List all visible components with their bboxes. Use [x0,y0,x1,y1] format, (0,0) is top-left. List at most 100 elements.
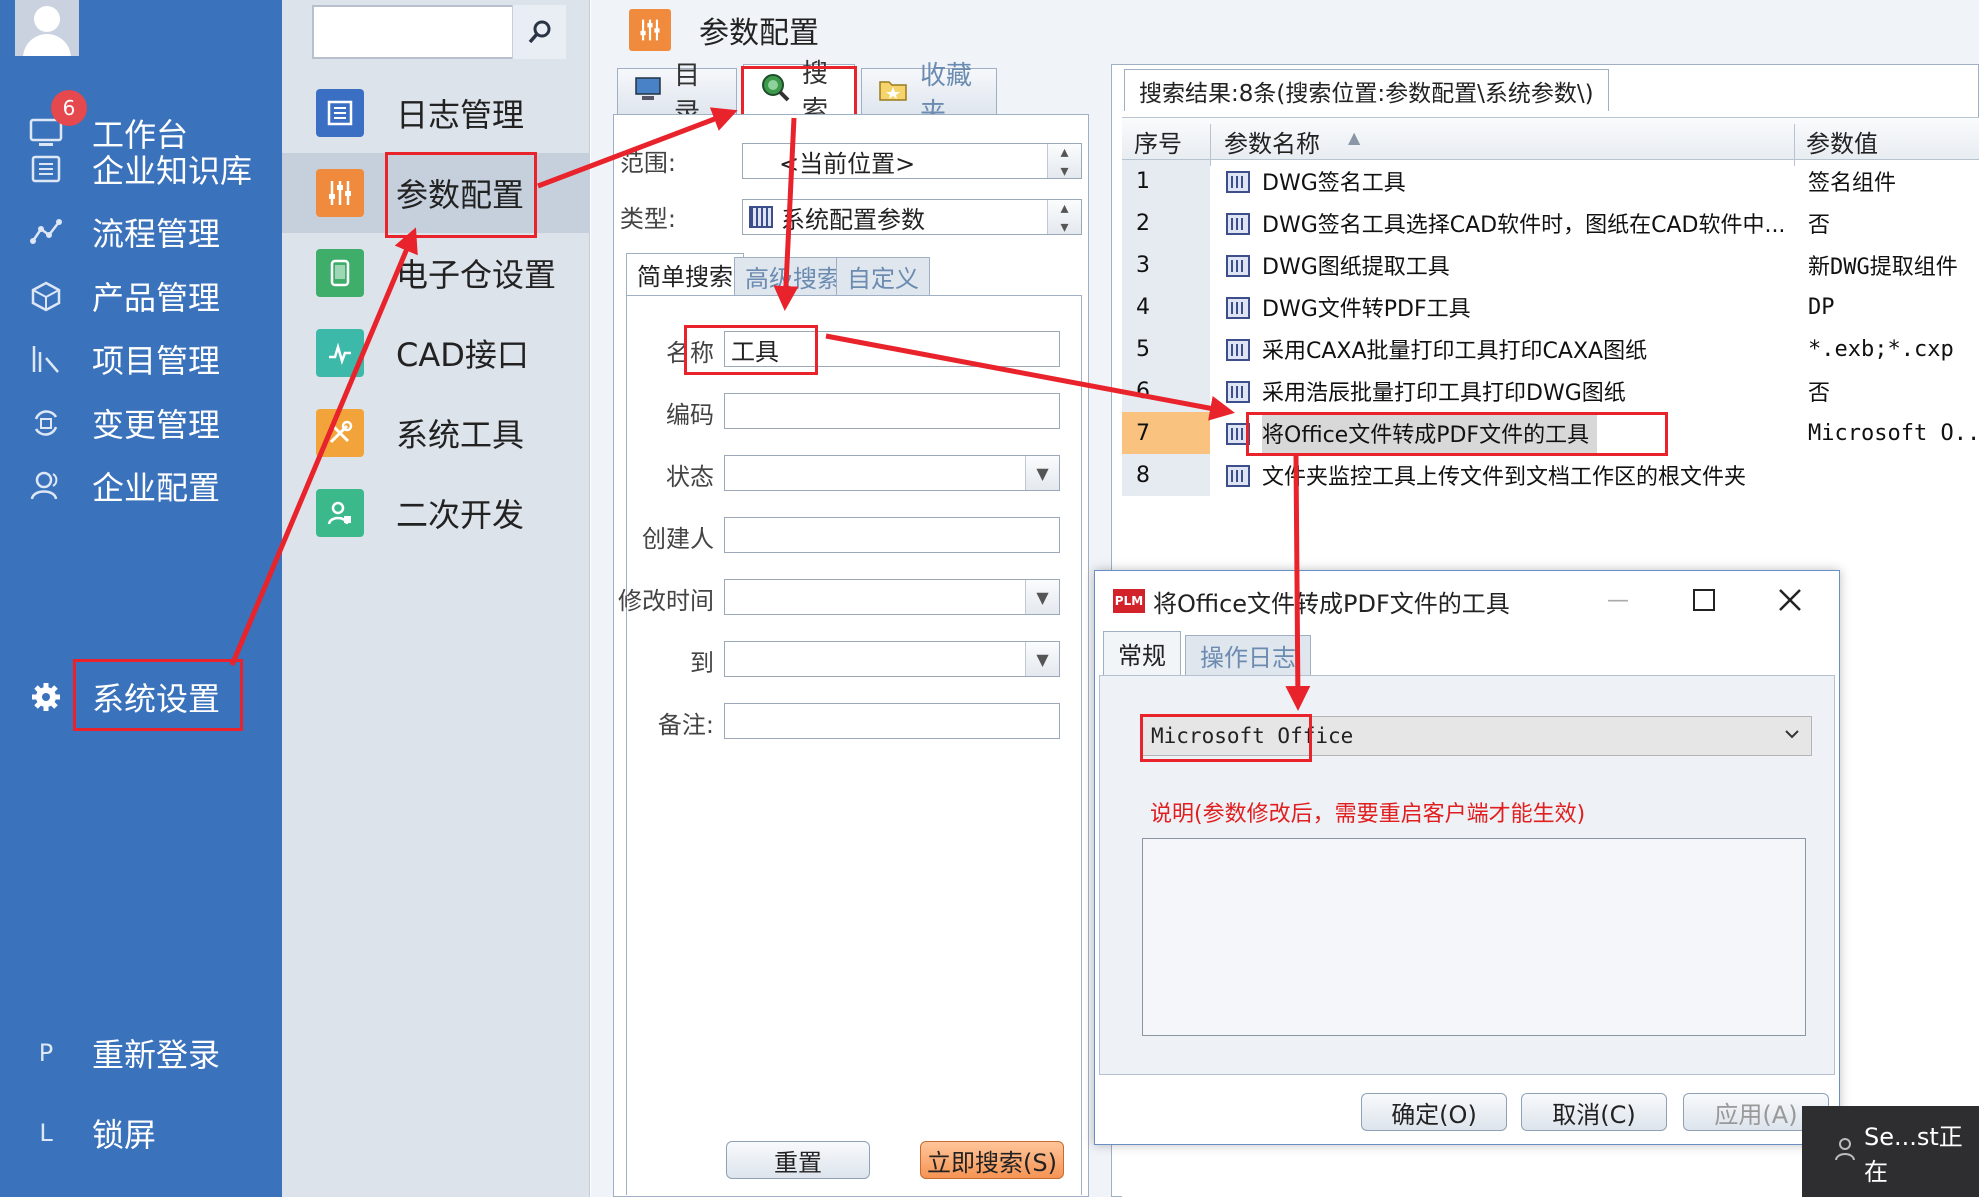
table-header: 序号 参数名称 ▲ 参数值 [1122,118,1979,166]
description-textarea[interactable] [1142,838,1806,1036]
tab-directory[interactable]: 目录 [617,61,737,128]
row-name: DWG图纸提取工具 [1262,255,1450,280]
table-row[interactable]: 1 DWG签名工具 签名组件 [1122,160,1979,202]
chevron-down-icon[interactable]: ▼ [1025,456,1059,490]
note-text: 说明(参数修改后，需要重启客户端才能生效) [1150,802,1586,827]
chevron-down-icon[interactable]: ▼ [1025,642,1059,676]
row-no: 3 [1122,244,1210,286]
creator-input[interactable] [724,517,1060,553]
modified-to-select[interactable]: ▼ [724,641,1060,677]
lock-key: L [39,1119,53,1147]
search-now-button[interactable]: 立即搜索(S) [920,1141,1064,1179]
nav-item-label: 系统设置 [92,680,221,718]
close-icon[interactable] [1773,583,1807,617]
table-row[interactable]: 3 DWG图纸提取工具 新DWG提取组件 [1122,244,1979,286]
subnav-item-label: 系统工具 [396,416,525,454]
table-row[interactable]: 5 采用CAXA批量打印工具打印CAXA图纸 *.exb;*.cxp [1122,328,1979,370]
notification-toast[interactable]: Se...st正在 [1802,1106,1979,1197]
nav-item-relogin[interactable]: P 重新登录 [0,1018,282,1088]
subnav-item-cad[interactable]: CAD接口 [282,313,590,393]
param-table-icon [1226,381,1250,403]
subtab-advanced[interactable]: 高级搜索 [734,257,852,295]
chart-icon [0,344,92,374]
type-label: 类型: [619,205,676,233]
nav-item-project[interactable]: 项目管理 [0,324,282,394]
nav-item-knowledge[interactable]: 企业知识库 [0,134,282,204]
subnav-item-label: 电子仓设置 [396,256,557,294]
column-header-no[interactable]: 序号 [1134,124,1182,159]
nav-item-lock[interactable]: L 锁屏 [0,1098,282,1168]
nav-item-product[interactable]: 产品管理 [0,261,282,331]
search-icon[interactable] [512,5,566,59]
nav-item-change[interactable]: 变更管理 [0,388,282,458]
scope-select[interactable]: <当前位置> ▴ ▾ [742,142,1082,180]
search-panel: 范围: <当前位置> ▴ ▾ 类型: 系统配置参数 ▴ ▾ 简单搜索 高级搜索 自定… [613,114,1089,1197]
user-icon [1834,1137,1856,1167]
cube-icon [0,280,92,312]
phone-icon [316,249,364,297]
subtab-simple[interactable]: 简单搜索 [626,253,744,295]
spinner-icon[interactable]: ▴ ▾ [1047,142,1081,180]
table-row[interactable]: 2 DWG签名工具选择CAD软件时，图纸在CAD软件中... 否 [1122,202,1979,244]
subnav-item-tools[interactable]: 系统工具 [282,393,590,473]
avatar[interactable] [15,0,79,56]
modified-from-select[interactable]: ▼ [724,579,1060,615]
dialog-tab-log[interactable]: 操作日志 [1185,635,1311,675]
table-row[interactable]: 4 DWG文件转PDF工具 DP [1122,286,1979,328]
row-name: DWG签名工具选择CAD软件时，图纸在CAD软件中... [1262,213,1786,238]
reset-button[interactable]: 重置 [726,1141,870,1179]
book-icon [0,154,92,184]
avatar-body-icon [23,34,71,56]
sliders-icon [629,9,671,51]
nav-item-enterprise[interactable]: 企业配置 [0,451,282,521]
row-value: *.exb;*.cxp [1808,336,1954,362]
row-no: 1 [1122,160,1210,202]
list-icon [316,89,364,137]
selected-row-highlight-box [1246,412,1668,456]
table-row[interactable]: 8 文件夹监控工具上传文件到文档工作区的根文件夹 [1122,454,1979,496]
dialog-tab-general[interactable]: 常规 [1103,631,1181,675]
spinner-icon[interactable]: ▴ ▾ [1047,198,1081,236]
subtab-custom[interactable]: 自定义 [836,257,930,295]
avatar-head-icon [34,6,60,32]
maximize-icon[interactable] [1693,589,1715,611]
subnav-item-vault[interactable]: 电子仓设置 [282,233,590,313]
results-tab[interactable]: 搜索结果:8条(搜索位置:参数配置\系统参数\) [1124,69,1609,111]
subnav-item-log[interactable]: 日志管理 [282,73,590,153]
dialog-body: Microsoft Office 说明(参数修改后，需要重启客户端才能生效) [1099,675,1835,1075]
subnav-item-dev[interactable]: 二次开发 [282,473,590,553]
row-no: 8 [1122,454,1210,496]
subnav-item-label: CAD接口 [396,336,529,374]
scope-value: <当前位置> [779,149,916,178]
chevron-down-icon[interactable]: ▼ [1025,580,1059,614]
nav-item-system-settings[interactable]: 系统设置 [0,662,282,732]
row-name: DWG签名工具 [1262,171,1406,196]
dialog-titlebar[interactable]: PLM 将Office文件转成PDF文件的工具 [1095,571,1841,631]
param-table-icon [1226,465,1250,487]
plm-logo-icon: PLM [1113,589,1145,613]
relogin-key: P [38,1039,54,1067]
code-label: 编码 [666,401,714,429]
tab-favorites[interactable]: 收藏夹 [861,61,997,128]
type-select[interactable]: 系统配置参数 ▴ ▾ [742,198,1082,236]
remark-input[interactable] [724,703,1060,739]
chevron-down-icon[interactable] [1783,725,1801,748]
code-input[interactable] [724,393,1060,429]
row-no: 5 [1122,328,1210,370]
nav-item-label: 重新登录 [92,1036,221,1074]
cancel-button[interactable]: 取消(C) [1521,1093,1667,1131]
status-label: 状态 [666,463,714,491]
nav-item-label: 企业知识库 [92,152,253,190]
status-select[interactable]: ▼ [724,455,1060,491]
simple-search-body [626,295,1082,1195]
column-header-value[interactable]: 参数值 [1806,124,1878,159]
minimize-icon[interactable]: — [1603,585,1633,615]
ok-button[interactable]: 确定(O) [1361,1093,1507,1131]
column-header-name[interactable]: 参数名称 [1224,124,1320,159]
search-tab-highlight-box [741,66,857,118]
sliders-icon [316,169,364,217]
to-label: 到 [690,649,714,677]
nav-item-flow[interactable]: 流程管理 [0,197,282,267]
table-row[interactable]: 6 采用浩辰批量打印工具打印DWG图纸 否 [1122,370,1979,412]
row-name: 采用CAXA批量打印工具打印CAXA图纸 [1262,339,1648,364]
